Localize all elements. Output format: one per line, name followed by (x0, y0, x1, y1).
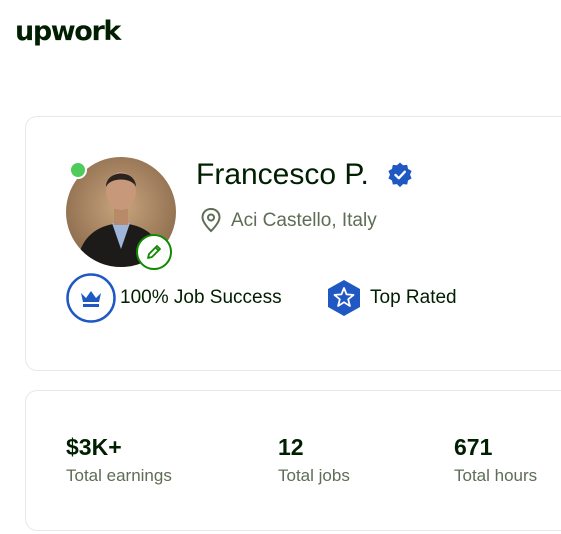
edit-avatar-button[interactable] (136, 234, 172, 270)
top-rated-label: Top Rated (370, 287, 457, 308)
verified-badge-icon (388, 162, 412, 188)
profile-name: Francesco P. (196, 158, 369, 191)
pencil-icon (147, 245, 161, 259)
stats-card: $3K+ Total earnings 12 Total jobs 671 To… (25, 390, 561, 531)
online-status-dot (69, 161, 87, 179)
stat-value: 671 (454, 434, 493, 460)
stat-total-jobs: 12 Total jobs (278, 433, 350, 487)
top-rated-star-icon (328, 280, 360, 316)
stat-label: Total hours (454, 466, 538, 485)
upwork-logo[interactable]: upwork (15, 18, 121, 45)
stat-label: Total earnings (66, 466, 172, 485)
job-success-label: 100% Job Success (120, 287, 282, 308)
stat-value: $3K+ (66, 434, 122, 460)
location-pin-icon (201, 207, 221, 233)
job-success-crown-icon (66, 273, 116, 323)
stat-total-hours: 671 Total hours (454, 433, 537, 487)
stat-label: Total jobs (278, 466, 350, 485)
stat-value: 12 (278, 434, 304, 460)
stat-total-earnings: $3K+ Total earnings (66, 433, 172, 487)
profile-card: Francesco P. Aci Castello, Italy 100% Jo… (25, 116, 561, 371)
profile-location: Aci Castello, Italy (231, 210, 377, 231)
